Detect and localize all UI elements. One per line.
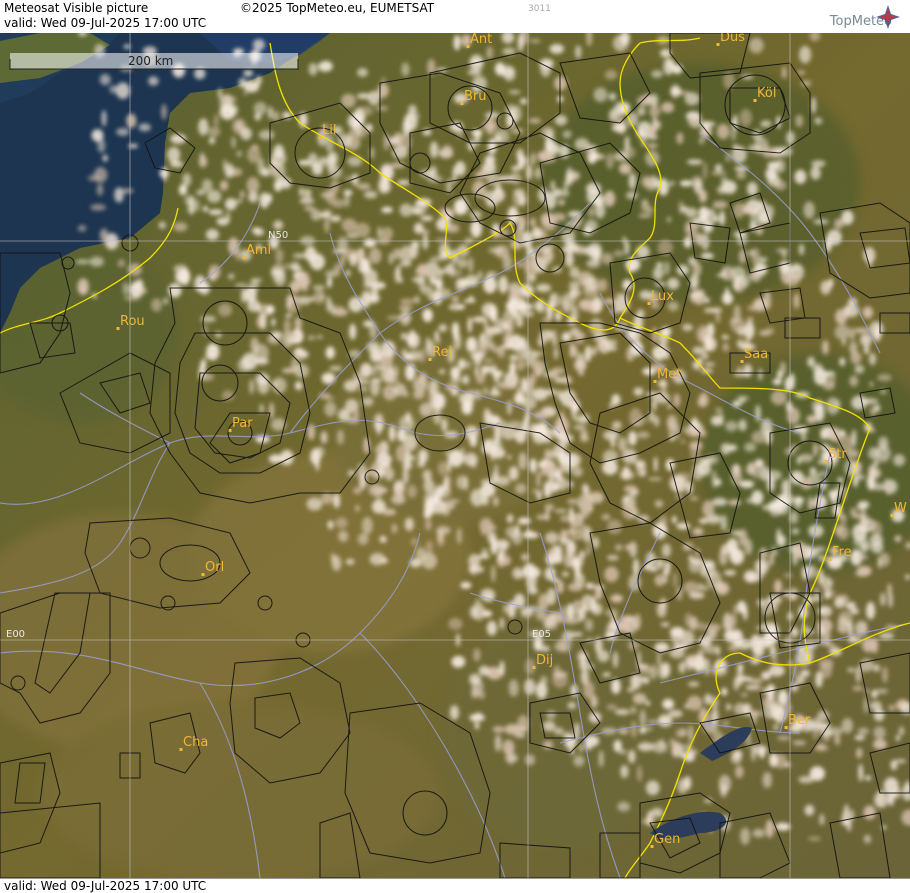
- grid-label-e05: E05: [532, 629, 551, 640]
- scale-bar: 200 km: [9, 53, 299, 70]
- city-label: Orl: [205, 560, 224, 575]
- scale-label: 200 km: [128, 54, 173, 68]
- city-label: Rei: [432, 345, 452, 360]
- city-label: Köl: [757, 86, 776, 101]
- footer-bar: valid: Wed 09-Jul-2025 17:00 UTC: [0, 878, 910, 893]
- map-title: Meteosat Visible picture: [4, 1, 149, 15]
- city-label: Ber: [788, 713, 811, 728]
- city-label: W: [894, 501, 907, 516]
- city-label: Dij: [536, 653, 553, 668]
- city-label: Düs: [720, 33, 745, 45]
- city-label: Met: [657, 367, 681, 382]
- city-label: Str: [828, 447, 847, 462]
- header-bar: Meteosat Visible picture valid: Wed 09-J…: [0, 0, 910, 34]
- satellite-map-frame: Meteosat Visible picture valid: Wed 09-J…: [0, 0, 910, 893]
- valid-time-bottom: valid: Wed 09-Jul-2025 17:00 UTC: [4, 879, 207, 893]
- city-label: Ant: [470, 33, 492, 47]
- city-label: Lil: [322, 123, 336, 138]
- grid-label-n50: N50: [268, 230, 288, 241]
- satellite-image[interactable]: N50 E00 E05 200 km Ant Düs Bru Köl Lil Ami Lux…: [0, 33, 910, 878]
- grid-label-e00: E00: [6, 629, 25, 640]
- city-label: Ami: [246, 243, 271, 258]
- city-label: Fre: [832, 545, 852, 560]
- city-label: Cha: [183, 735, 208, 750]
- valid-time-top: valid: Wed 09-Jul-2025 17:00 UTC: [4, 16, 207, 30]
- city-label: Saa: [744, 347, 768, 362]
- image-code: 3011: [528, 4, 551, 14]
- city-label: Gen: [654, 832, 680, 847]
- copyright-text: ©2025 TopMeteo.eu, EUMETSAT: [240, 1, 435, 15]
- city-label: Par: [232, 416, 253, 431]
- city-label: Bru: [464, 89, 487, 104]
- topmeteo-logo-icon: [876, 5, 900, 29]
- city-label: Rou: [120, 314, 145, 329]
- city-label: Lux: [651, 289, 674, 304]
